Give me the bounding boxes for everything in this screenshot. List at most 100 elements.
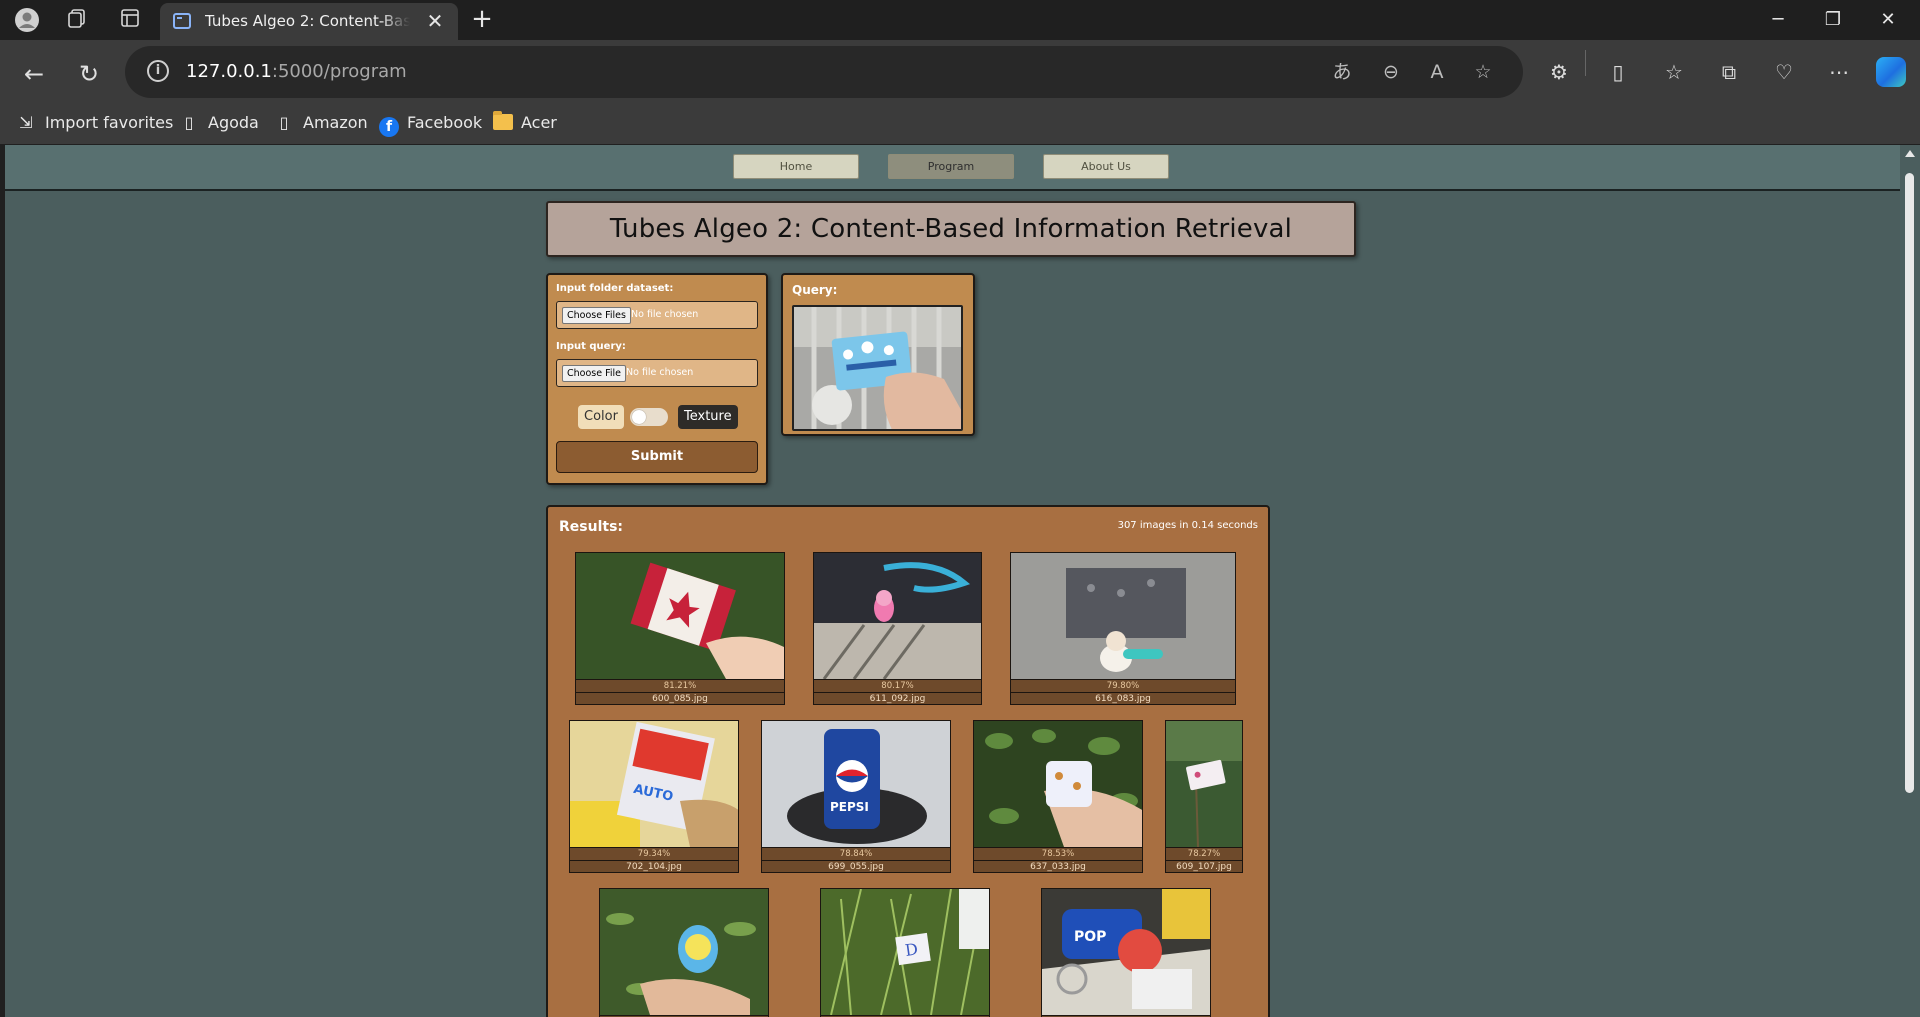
- close-tab-icon[interactable]: ✕: [422, 8, 448, 34]
- result-score: 78.53%: [974, 847, 1142, 860]
- nav-about-us[interactable]: About Us: [1043, 154, 1169, 179]
- result-score: 79.80%: [1011, 679, 1235, 692]
- page-favicon-icon: [173, 13, 191, 29]
- tab-title: Tubes Algeo 2: Content-Based Information…: [205, 12, 410, 30]
- query-label: Query:: [792, 283, 838, 297]
- minimize-icon[interactable]: ─: [1755, 4, 1801, 36]
- favorites-icon[interactable]: ☆: [1658, 56, 1690, 88]
- more-menu-icon[interactable]: ⋯: [1823, 56, 1855, 88]
- result-card[interactable]: 79.80% 616_083.jpg: [1010, 552, 1236, 705]
- result-image: POP: [1042, 889, 1210, 1015]
- collections-icon[interactable]: ⧉: [1713, 56, 1745, 88]
- results-panel: Results: 307 images in 0.14 seconds 81.2…: [546, 505, 1270, 1017]
- copilot-icon[interactable]: [1876, 57, 1906, 87]
- bookmark-import-favorites[interactable]: ⇲ Import favorites: [15, 110, 173, 136]
- result-card[interactable]: 80.17% 611_092.jpg: [813, 552, 982, 705]
- url-text[interactable]: 127.0.0.1:5000/program: [186, 61, 407, 82]
- toolbar-divider: [1585, 50, 1586, 76]
- result-image: AUTO: [570, 721, 738, 847]
- result-card[interactable]: [599, 888, 769, 1017]
- scrollbar-thumb[interactable]: [1905, 173, 1914, 793]
- result-image: [576, 553, 784, 679]
- profile-icon[interactable]: [14, 7, 40, 33]
- translate-icon[interactable]: あ: [1328, 58, 1356, 86]
- result-score: 81.21%: [576, 679, 784, 692]
- page-title: Tubes Algeo 2: Content-Based Information…: [609, 214, 1293, 244]
- zoom-out-icon[interactable]: ⊖: [1377, 58, 1405, 86]
- page-icon: ▯: [279, 113, 289, 132]
- favorite-star-icon[interactable]: ☆: [1469, 58, 1497, 86]
- query-card: Query:: [781, 273, 975, 436]
- query-file-status: No file chosen: [626, 367, 694, 378]
- import-favorites-icon: ⇲: [19, 113, 33, 132]
- folder-icon: [493, 111, 513, 130]
- close-window-icon[interactable]: ✕: [1865, 4, 1911, 36]
- result-card[interactable]: PEPSI 78.84% 699_055.jpg: [761, 720, 951, 873]
- result-card[interactable]: 78.27% 609_107.jpg: [1165, 720, 1243, 873]
- browser-tab-bar: Tubes Algeo 2: Content-Based Information…: [0, 0, 1920, 40]
- page-icon: ▯: [184, 113, 194, 132]
- browser-essentials-icon[interactable]: ♡: [1768, 56, 1800, 88]
- result-card[interactable]: AUTO 79.34% 702_104.jpg: [569, 720, 739, 873]
- dataset-file-status: No file chosen: [631, 309, 699, 320]
- result-image: [600, 889, 768, 1015]
- svg-text:D: D: [904, 939, 919, 960]
- bookmark-amazon[interactable]: ▯ Amazon: [273, 110, 368, 136]
- results-summary: 307 images in 0.14 seconds: [1117, 520, 1258, 531]
- new-tab-icon[interactable]: +: [468, 6, 496, 34]
- result-image: PEPSI: [762, 721, 950, 847]
- dataset-label: Input folder dataset:: [556, 283, 674, 294]
- result-filename: 616_083.jpg: [1011, 692, 1235, 705]
- dataset-file-input[interactable]: Choose Files No file chosen: [556, 301, 758, 329]
- result-score: 80.17%: [814, 679, 981, 692]
- active-tab[interactable]: Tubes Algeo 2: Content-Based Information…: [160, 3, 458, 40]
- mode-texture-label[interactable]: Texture: [678, 405, 738, 429]
- result-filename: 600_085.jpg: [576, 692, 784, 705]
- site-info-icon[interactable]: i: [147, 60, 169, 82]
- bookmark-facebook[interactable]: f Facebook: [379, 110, 482, 137]
- refresh-icon[interactable]: ↻: [71, 56, 107, 92]
- input-card: Input folder dataset: Choose Files No fi…: [546, 273, 768, 485]
- nav-program[interactable]: Program: [888, 154, 1014, 179]
- result-score: 78.84%: [762, 847, 950, 860]
- result-card[interactable]: D: [820, 888, 990, 1017]
- page-scrollbar[interactable]: [1900, 145, 1920, 1017]
- nav-home[interactable]: Home: [733, 154, 859, 179]
- result-filename: 611_092.jpg: [814, 692, 981, 705]
- svg-text:PEPSI: PEPSI: [830, 800, 869, 814]
- result-image: [814, 553, 981, 679]
- mode-color-label[interactable]: Color: [578, 405, 624, 429]
- extensions-icon[interactable]: ⚙: [1543, 56, 1575, 88]
- restore-icon[interactable]: ❐: [1810, 4, 1856, 36]
- toggle-knob: [632, 410, 646, 424]
- result-image: D: [821, 889, 989, 1015]
- split-screen-icon[interactable]: ▯: [1602, 56, 1634, 88]
- back-icon[interactable]: ←: [16, 56, 52, 92]
- workspaces-icon[interactable]: [64, 7, 90, 33]
- result-card[interactable]: 81.21% 600_085.jpg: [575, 552, 785, 705]
- page-title-box: Tubes Algeo 2: Content-Based Information…: [546, 201, 1356, 257]
- svg-text:POP: POP: [1074, 929, 1106, 945]
- results-title: Results:: [559, 519, 623, 535]
- result-filename: 637_033.jpg: [974, 860, 1142, 873]
- result-score: 78.27%: [1166, 847, 1242, 860]
- submit-button[interactable]: Submit: [556, 441, 758, 473]
- bookmark-acer[interactable]: Acer: [493, 110, 557, 136]
- address-bar[interactable]: i 127.0.0.1:5000/program あ ⊖ A ☆: [125, 46, 1523, 98]
- browser-toolbar: ← ↻ i 127.0.0.1:5000/program あ ⊖ A ☆ ⚙ ▯…: [0, 40, 1920, 144]
- query-file-input[interactable]: Choose File No file chosen: [556, 359, 758, 387]
- result-card[interactable]: 78.53% 637_033.jpg: [973, 720, 1143, 873]
- result-image: [974, 721, 1142, 847]
- choose-file-button[interactable]: Choose File: [562, 365, 626, 382]
- site-navbar: Home Program About Us: [5, 145, 1900, 191]
- read-aloud-icon[interactable]: A: [1423, 58, 1451, 86]
- result-image: [1166, 721, 1242, 847]
- vertical-tabs-icon[interactable]: [117, 7, 143, 33]
- bookmark-agoda[interactable]: ▯ Agoda: [178, 110, 259, 136]
- color-texture-toggle[interactable]: [630, 408, 668, 426]
- result-card[interactable]: POP: [1041, 888, 1211, 1017]
- query-image: [792, 305, 963, 431]
- result-image: [1011, 553, 1235, 679]
- scroll-up-arrow-icon[interactable]: [1905, 150, 1915, 157]
- choose-files-button[interactable]: Choose Files: [562, 307, 631, 324]
